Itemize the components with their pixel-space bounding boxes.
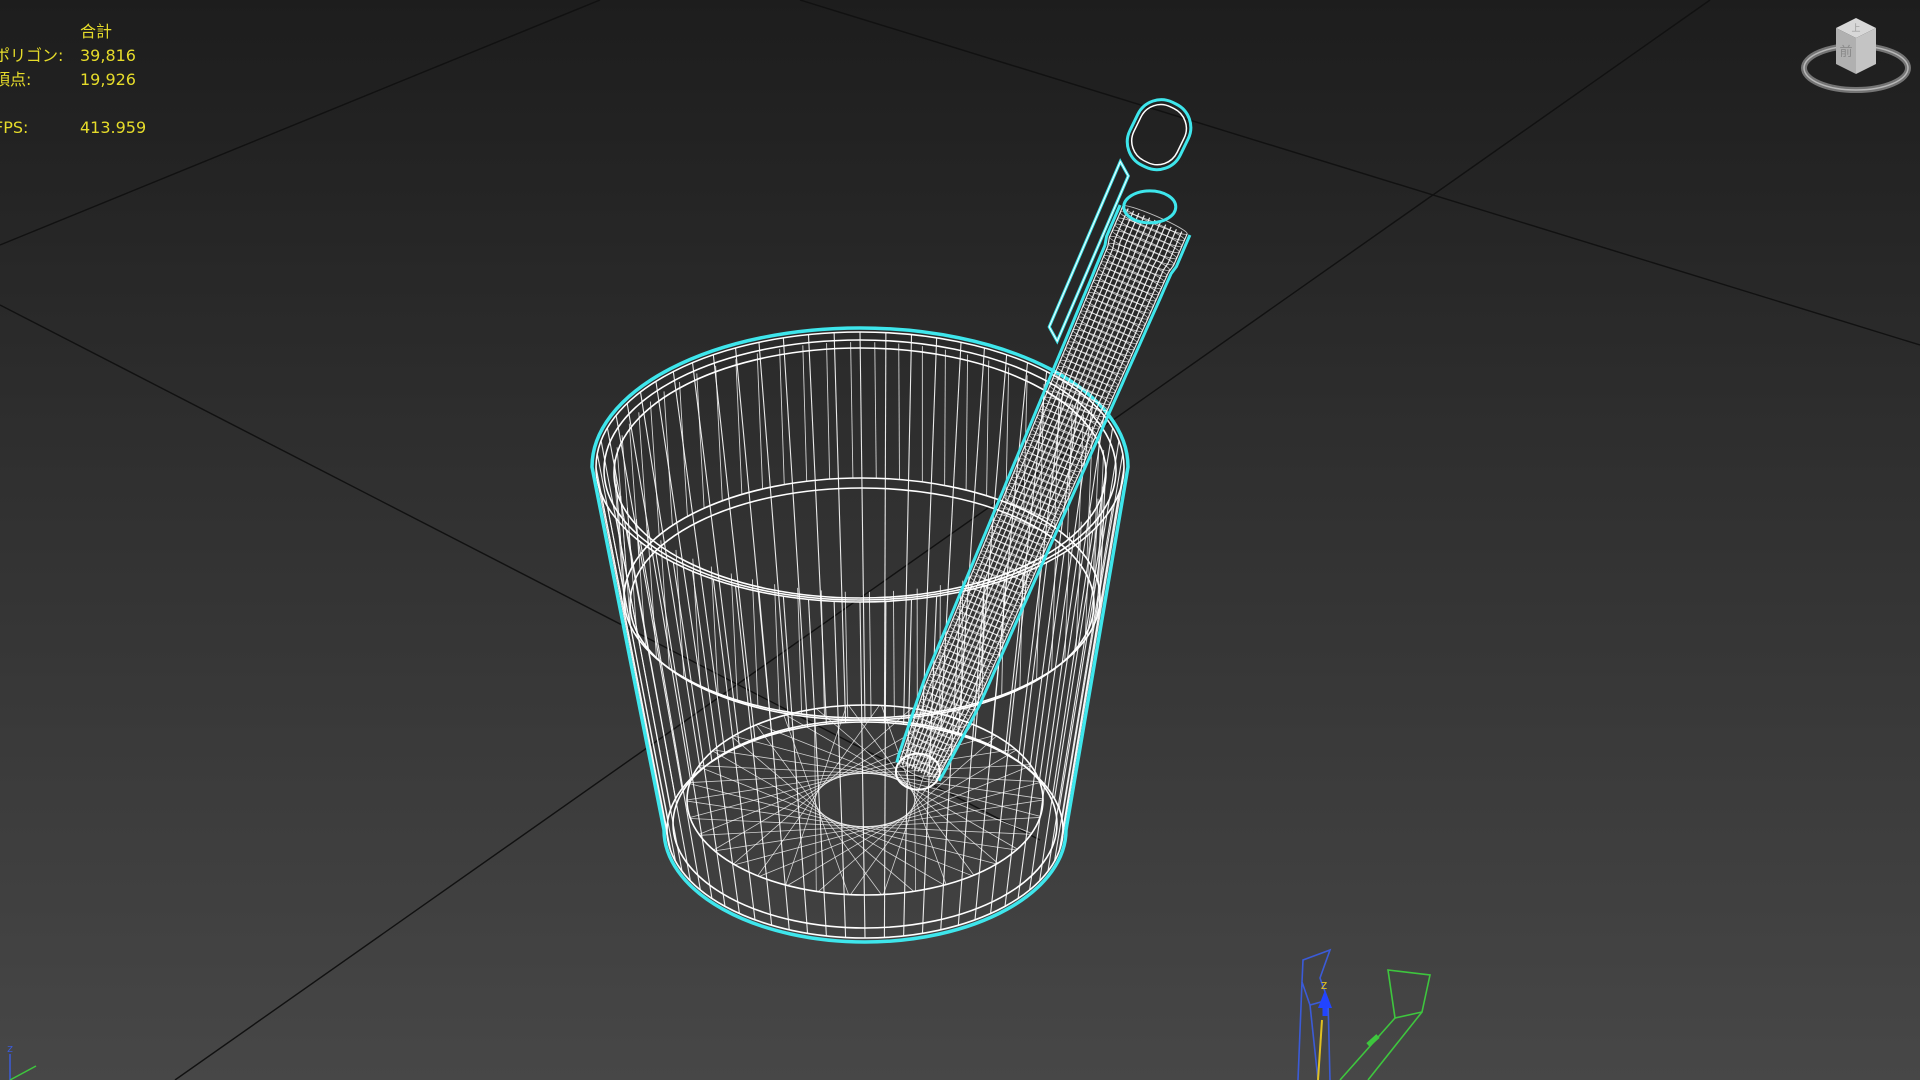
ground-grid bbox=[0, 0, 1920, 1080]
stats-fps-row: FPS: 413.959 bbox=[0, 116, 200, 140]
stats-polygons-value: 39,816 bbox=[80, 46, 136, 65]
stats-vertices-value: 19,926 bbox=[80, 70, 136, 89]
viewcube-top-label: 上 bbox=[1851, 23, 1860, 34]
cup-wireframe[interactable] bbox=[590, 326, 1130, 944]
stats-fps-label: FPS: bbox=[0, 118, 29, 137]
scene-canvas[interactable]: z bbox=[0, 0, 1920, 1080]
gizmo-z-label: z bbox=[1321, 978, 1327, 992]
gizmo-y-arrow[interactable] bbox=[1339, 969, 1431, 1080]
stats-fps-value: 413.959 bbox=[80, 118, 147, 137]
pen-wireframe[interactable] bbox=[894, 91, 1200, 791]
gizmo-z-arrowhead bbox=[1318, 990, 1332, 1008]
viewcube-icon[interactable]: 前 上 bbox=[1800, 8, 1912, 108]
transform-gizmo-icon[interactable]: z bbox=[1297, 948, 1431, 1080]
gizmo-x-shaft bbox=[1317, 1019, 1323, 1080]
axis-tripod-z-label: z bbox=[7, 1042, 13, 1055]
stats-vertices-row: 頂点: 19,926 bbox=[0, 68, 200, 92]
stats-polygons-label: ポリゴン: bbox=[0, 46, 64, 65]
viewcube-face-label: 前 bbox=[1839, 44, 1852, 60]
stats-header: 合計 bbox=[80, 22, 113, 41]
stats-vertices-label: 頂点: bbox=[0, 70, 32, 89]
stats-polygons-row: ポリゴン: 39,816 bbox=[0, 44, 200, 68]
axis-tripod-icon: z bbox=[7, 1042, 37, 1080]
3d-viewport[interactable]: z 合計 ポリゴン: 39,816 頂点: 19,926 FPS: 413.95… bbox=[0, 0, 1920, 1080]
